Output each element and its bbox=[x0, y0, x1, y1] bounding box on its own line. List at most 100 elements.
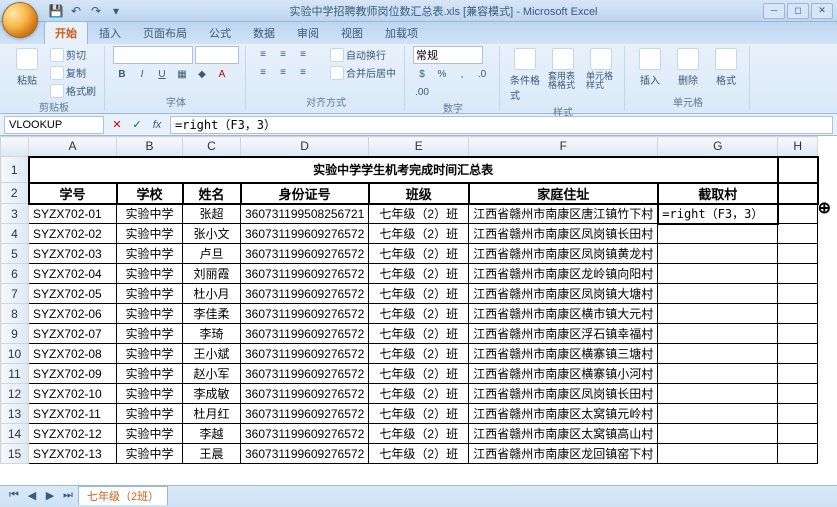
sheet-nav-prev[interactable]: ◀ bbox=[24, 489, 40, 502]
cell-B9[interactable]: 实验中学 bbox=[117, 324, 183, 344]
header-cell-6[interactable]: 截取村 bbox=[658, 183, 778, 204]
cell-G9[interactable] bbox=[658, 324, 778, 344]
cell-H11[interactable] bbox=[778, 364, 818, 384]
cell-E9[interactable]: 七年级（2）班 bbox=[369, 324, 469, 344]
align-top-button[interactable]: ≡ bbox=[254, 46, 272, 62]
cell-E4[interactable]: 七年级（2）班 bbox=[369, 224, 469, 244]
cell-D15[interactable]: 360731199609276572 bbox=[241, 444, 369, 464]
cell-F13[interactable]: 江西省赣州市南康区太窝镇元岭村 bbox=[469, 404, 658, 424]
cell-E13[interactable]: 七年级（2）班 bbox=[369, 404, 469, 424]
cell-B10[interactable]: 实验中学 bbox=[117, 344, 183, 364]
cell-E12[interactable]: 七年级（2）班 bbox=[369, 384, 469, 404]
col-header-H[interactable]: H bbox=[778, 137, 818, 157]
cell-C13[interactable]: 杜月红 bbox=[183, 404, 241, 424]
wrap-text-button[interactable]: 自动换行 bbox=[328, 46, 398, 63]
cell-D6[interactable]: 360731199609276572 bbox=[241, 264, 369, 284]
cell-C10[interactable]: 王小斌 bbox=[183, 344, 241, 364]
cell-B6[interactable]: 实验中学 bbox=[117, 264, 183, 284]
cell-H3[interactable] bbox=[778, 204, 818, 224]
qat-dropdown-icon[interactable]: ▾ bbox=[108, 3, 124, 19]
inc-decimal-button[interactable]: .0 bbox=[473, 66, 491, 82]
ribbon-tab-1[interactable]: 插入 bbox=[88, 21, 132, 44]
row-header-15[interactable]: 15 bbox=[1, 444, 29, 464]
name-box[interactable]: VLOOKUP bbox=[4, 116, 104, 134]
save-icon[interactable]: 💾 bbox=[48, 3, 64, 19]
cell-B11[interactable]: 实验中学 bbox=[117, 364, 183, 384]
format-cells-button[interactable]: 格式 bbox=[709, 46, 743, 89]
row-header-11[interactable]: 11 bbox=[1, 364, 29, 384]
row-header-13[interactable]: 13 bbox=[1, 404, 29, 424]
col-header-G[interactable]: G bbox=[658, 137, 778, 157]
cell-C7[interactable]: 杜小月 bbox=[183, 284, 241, 304]
cell-G12[interactable] bbox=[658, 384, 778, 404]
merge-center-button[interactable]: 合并后居中 bbox=[328, 64, 398, 81]
format-painter-button[interactable]: 格式刷 bbox=[48, 82, 98, 99]
cell-G14[interactable] bbox=[658, 424, 778, 444]
cell-H15[interactable] bbox=[778, 444, 818, 464]
cell-A4[interactable]: SYZX702-02 bbox=[29, 224, 117, 244]
header-cell-0[interactable]: 学号 bbox=[29, 183, 117, 204]
header-cell-2[interactable]: 姓名 bbox=[183, 183, 241, 204]
header-cell-1[interactable]: 学校 bbox=[117, 183, 183, 204]
cell-H8[interactable] bbox=[778, 304, 818, 324]
cell-F5[interactable]: 江西省赣州市南康区凤岗镇黄龙村 bbox=[469, 244, 658, 264]
row-header-7[interactable]: 7 bbox=[1, 284, 29, 304]
cell-B4[interactable]: 实验中学 bbox=[117, 224, 183, 244]
cell-A10[interactable]: SYZX702-08 bbox=[29, 344, 117, 364]
select-all-corner[interactable] bbox=[1, 137, 29, 157]
cell-G10[interactable] bbox=[658, 344, 778, 364]
cell-F7[interactable]: 江西省赣州市南康区凤岗镇大塘村 bbox=[469, 284, 658, 304]
worksheet-grid[interactable]: ABCDEFGH1实验中学学生机考完成时间汇总表2学号学校姓名身份证号班级家庭住… bbox=[0, 136, 837, 485]
conditional-format-button[interactable]: 条件格式 bbox=[508, 46, 542, 104]
sheet-nav-first[interactable]: ⏮ bbox=[6, 489, 22, 502]
cell-D10[interactable]: 360731199609276572 bbox=[241, 344, 369, 364]
formula-input[interactable]: =right（F3，3） bbox=[170, 116, 833, 134]
font-family-combo[interactable] bbox=[113, 46, 193, 64]
cell-F6[interactable]: 江西省赣州市南康区龙岭镇向阳村 bbox=[469, 264, 658, 284]
cell-G6[interactable] bbox=[658, 264, 778, 284]
cell-G7[interactable] bbox=[658, 284, 778, 304]
ribbon-tab-7[interactable]: 加载项 bbox=[374, 21, 429, 44]
number-format-combo[interactable]: 常规 bbox=[413, 46, 483, 64]
cell-E11[interactable]: 七年级（2）班 bbox=[369, 364, 469, 384]
row-header-14[interactable]: 14 bbox=[1, 424, 29, 444]
cell-H2[interactable] bbox=[778, 183, 818, 204]
row-header-12[interactable]: 12 bbox=[1, 384, 29, 404]
cell-D12[interactable]: 360731199609276572 bbox=[241, 384, 369, 404]
col-header-E[interactable]: E bbox=[369, 137, 469, 157]
cell-styles-button[interactable]: 单元格样式 bbox=[584, 46, 618, 92]
cell-B8[interactable]: 实验中学 bbox=[117, 304, 183, 324]
cell-E6[interactable]: 七年级（2）班 bbox=[369, 264, 469, 284]
row-header-8[interactable]: 8 bbox=[1, 304, 29, 324]
cell-B7[interactable]: 实验中学 bbox=[117, 284, 183, 304]
cell-A11[interactable]: SYZX702-09 bbox=[29, 364, 117, 384]
align-left-button[interactable]: ≡ bbox=[254, 64, 272, 80]
cell-C11[interactable]: 赵小军 bbox=[183, 364, 241, 384]
sheet-title[interactable]: 实验中学学生机考完成时间汇总表 bbox=[29, 157, 778, 183]
cell-C9[interactable]: 李琦 bbox=[183, 324, 241, 344]
cell-F15[interactable]: 江西省赣州市南康区龙回镇窑下村 bbox=[469, 444, 658, 464]
row-header-5[interactable]: 5 bbox=[1, 244, 29, 264]
cell-C6[interactable]: 刘丽霞 bbox=[183, 264, 241, 284]
cell-A7[interactable]: SYZX702-05 bbox=[29, 284, 117, 304]
sheet-nav-next[interactable]: ▶ bbox=[42, 489, 58, 502]
cell-C12[interactable]: 李成敏 bbox=[183, 384, 241, 404]
percent-button[interactable]: % bbox=[433, 66, 451, 82]
cell-G15[interactable] bbox=[658, 444, 778, 464]
cell-E7[interactable]: 七年级（2）班 bbox=[369, 284, 469, 304]
cell-C15[interactable]: 王晨 bbox=[183, 444, 241, 464]
cell-D4[interactable]: 360731199609276572 bbox=[241, 224, 369, 244]
align-middle-button[interactable]: ≡ bbox=[274, 46, 292, 62]
sheet-nav-last[interactable]: ⏭ bbox=[60, 489, 76, 502]
bold-button[interactable]: B bbox=[113, 66, 131, 82]
cell-A5[interactable]: SYZX702-03 bbox=[29, 244, 117, 264]
cell-B14[interactable]: 实验中学 bbox=[117, 424, 183, 444]
font-size-combo[interactable] bbox=[195, 46, 239, 64]
cell-E3[interactable]: 七年级（2）班 bbox=[369, 204, 469, 224]
cell-F8[interactable]: 江西省赣州市南康区横市镇大元村 bbox=[469, 304, 658, 324]
cell-H10[interactable] bbox=[778, 344, 818, 364]
cell-G8[interactable] bbox=[658, 304, 778, 324]
redo-icon[interactable]: ↷ bbox=[88, 3, 104, 19]
fx-button[interactable]: fx bbox=[148, 116, 166, 134]
ribbon-tab-6[interactable]: 视图 bbox=[330, 21, 374, 44]
